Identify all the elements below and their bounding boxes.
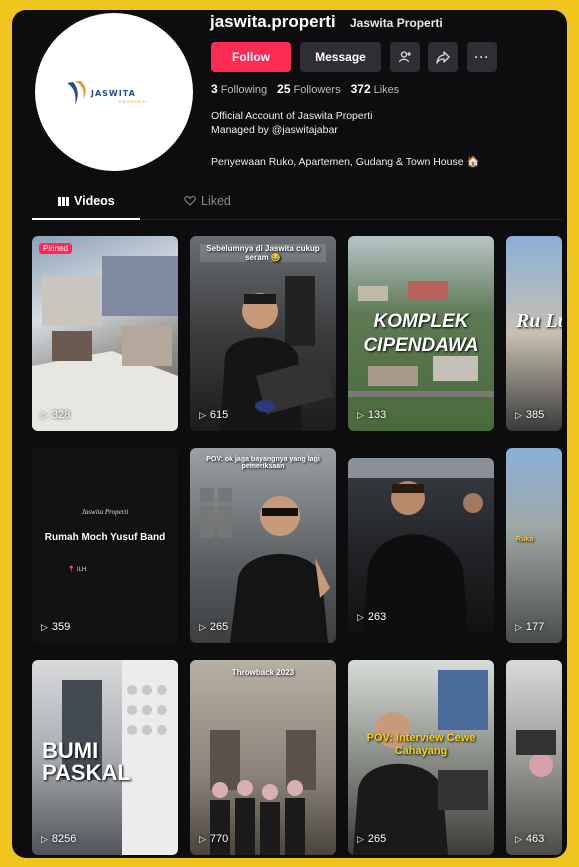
video-thumbnail[interactable]: POV: Interview Cewe Cahayang ▷ 265 (348, 660, 494, 855)
rooftop-scene (32, 256, 178, 431)
message-button[interactable]: Message (300, 42, 381, 72)
view-count: ▷ 463 (515, 833, 545, 845)
view-count: ▷ 770 (199, 833, 229, 845)
video-caption-top: Jaswita Properti (81, 508, 129, 516)
view-count: ▷ 328 (41, 409, 71, 421)
more-options-button[interactable]: ··· (467, 42, 497, 72)
video-caption: Ru Lu (516, 310, 562, 332)
video-caption: POV: Interview Cewe Cahayang (366, 732, 476, 757)
bio: Official Account of Jaswita Properti Man… (211, 109, 372, 137)
train-scene (348, 458, 494, 633)
video-thumbnail[interactable]: KOMPLEK CIPENDAWA ▷ 133 (348, 236, 494, 431)
jaswita-logo-icon (67, 81, 86, 105)
video-thumbnail[interactable]: Jaswita Properti Rumah Moch Yusuf Band 📍… (32, 448, 178, 643)
play-icon: ▷ (515, 409, 522, 420)
video-caption: Ruko (516, 536, 534, 543)
liked-heart-icon (184, 196, 196, 206)
video-caption: KOMPLEK CIPENDAWA (363, 311, 479, 356)
view-count: ▷ 263 (357, 611, 387, 623)
following-stat[interactable]: 3 Following (211, 82, 267, 96)
view-count: ▷ 177 (515, 621, 545, 633)
play-icon: ▷ (515, 833, 522, 844)
video-caption: POV: ok jaga bayangnya yang lagi pemerik… (206, 456, 320, 470)
tab-videos[interactable]: Videos (58, 194, 115, 208)
video-thumbnail[interactable]: Sebelumnya di Jaswita cukup seram 😂 ▷ 615 (190, 236, 336, 431)
video-thumbnail[interactable]: ▷ 463 (506, 660, 562, 855)
video-caption: BUMI PASKAL (42, 738, 131, 785)
add-friend-button[interactable] (390, 42, 420, 72)
person-scene (200, 488, 330, 643)
office-scene (516, 730, 556, 777)
video-thumbnail[interactable]: BUMI PASKAL ▷ 8256 (32, 660, 178, 855)
view-count: ▷ 385 (515, 409, 545, 421)
pinned-badge: Pinned (39, 243, 72, 254)
office-scene (220, 276, 334, 431)
video-caption: Throwback 2023 (231, 668, 295, 677)
profile-stats: 3 Following 25 Followers 372 Likes (211, 82, 399, 96)
view-count: ▷ 615 (199, 409, 229, 421)
video-thumbnail[interactable]: Ru Lu ▷385 (506, 236, 562, 431)
bio-line: Managed by @jaswitajabar (211, 124, 338, 136)
play-icon: ▷ (41, 833, 48, 844)
video-caption: Rumah Moch Yusuf Band (44, 532, 166, 543)
video-thumbnail[interactable]: POV: ok jaga bayangnya yang lagi pemerik… (190, 448, 336, 643)
add-user-icon (398, 51, 411, 63)
bio-line: Official Account of Jaswita Properti (211, 110, 373, 122)
view-count: ▷ 8256 (41, 833, 77, 845)
display-name: Jaswita Properti (350, 16, 443, 30)
bio-line: Penyewaan Ruko, Apartemen, Gudang & Town… (211, 156, 480, 168)
play-icon: ▷ (199, 833, 206, 844)
share-icon (436, 51, 450, 64)
tab-liked[interactable]: Liked (184, 194, 231, 208)
play-icon: ▷ (199, 621, 206, 632)
play-icon: ▷ (41, 409, 48, 420)
followers-stat[interactable]: 25 Followers (277, 82, 340, 96)
username: jaswita.properti (210, 12, 336, 31)
more-icon: ··· (474, 50, 490, 64)
play-icon: ▷ (357, 611, 364, 622)
video-thumbnail[interactable]: Ruko ▷ 177 (506, 448, 562, 643)
profile-page: JASWITA PROPERTI jaswita.properti Jaswit… (12, 10, 567, 858)
view-count: ▷ 359 (41, 621, 71, 633)
logo-subtext: PROPERTI (119, 99, 148, 104)
play-icon: ▷ (357, 833, 364, 844)
logo-text: JASWITA (91, 89, 136, 98)
view-count: ▷ 133 (357, 409, 387, 421)
view-count: ▷ 265 (199, 621, 229, 633)
video-thumbnail[interactable]: Throwback 2023 ▷ 770 (190, 660, 336, 855)
share-button[interactable] (428, 42, 458, 72)
play-icon: ▷ (357, 409, 364, 420)
active-tab-indicator (32, 218, 140, 220)
profile-tabs: Videos Liked (32, 190, 562, 220)
video-caption-sub: 📍 ILH (67, 567, 87, 573)
likes-stat: 372 Likes (350, 82, 400, 96)
play-icon: ▷ (515, 621, 522, 632)
play-icon: ▷ (41, 621, 48, 632)
video-caption: Sebelumnya di Jaswita cukup seram 😂 (200, 244, 326, 262)
follow-button[interactable]: Follow (211, 42, 291, 72)
avatar[interactable]: JASWITA PROPERTI (35, 13, 193, 171)
group-scene (210, 730, 316, 855)
view-count: ▷ 265 (357, 833, 387, 845)
video-thumbnail[interactable]: ▷ 263 (348, 458, 494, 633)
grid-icon (58, 196, 69, 206)
video-thumbnail[interactable]: Pinned ▷ 328 (32, 236, 178, 431)
play-icon: ▷ (199, 409, 206, 420)
